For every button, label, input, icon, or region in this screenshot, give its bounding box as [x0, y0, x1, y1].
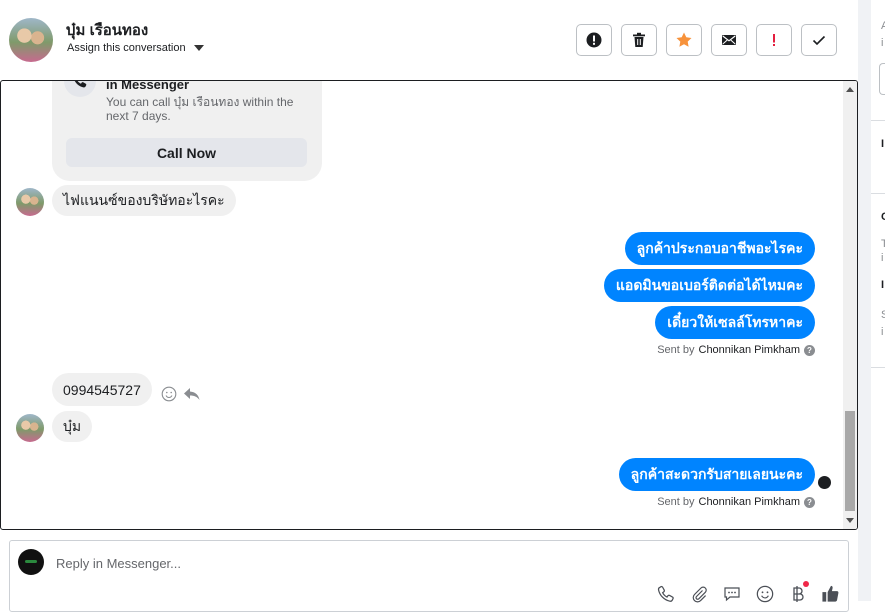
chat-bubble-icon[interactable]: [722, 584, 741, 603]
help-icon[interactable]: ?: [804, 344, 815, 356]
mark-spam-button[interactable]: [576, 24, 612, 56]
assign-conversation-dropdown[interactable]: Assign this conversation: [67, 42, 204, 54]
envelope-icon: [722, 35, 736, 45]
contact-name[interactable]: บุ๋ม เรือนทอง: [66, 18, 148, 42]
sent-by-name[interactable]: Chonnikan Pimkham: [699, 344, 801, 356]
message-bubble-outgoing[interactable]: ลูกค้าประกอบอาชีพอะไรคะ: [624, 232, 815, 265]
message-bubble-incoming[interactable]: ไฟแนนซ์ของบริษัทอะไรคะ: [52, 185, 236, 216]
star-icon: [676, 32, 692, 47]
paperclip-icon[interactable]: [689, 584, 708, 603]
sent-by-label: Sent by Chonnikan Pimkham ?: [657, 496, 815, 508]
notification-dot: [803, 581, 809, 587]
composer-tools: [656, 581, 840, 603]
mark-done-button[interactable]: [801, 24, 837, 56]
sent-by-prefix: Sent by: [657, 496, 695, 508]
reply-composer: [9, 540, 849, 612]
assign-label: Assign this conversation: [67, 42, 186, 54]
phone-icon: [64, 81, 96, 97]
panel-heading: I: [881, 138, 885, 150]
divider: [871, 193, 885, 194]
message-bubble-outgoing[interactable]: เดี๋ยวให้เซลล์โทรหาคะ: [655, 306, 815, 339]
scroll-up-arrow-icon[interactable]: [846, 87, 854, 92]
phone-icon[interactable]: [656, 584, 675, 603]
scroll-down-arrow-icon[interactable]: [846, 518, 854, 523]
email-button[interactable]: [711, 24, 747, 56]
delete-button[interactable]: [621, 24, 657, 56]
divider: [871, 367, 885, 368]
scrollbar-thumb[interactable]: [845, 411, 855, 511]
call-card: in Messenger You can call บุ๋ม เรือนทอง …: [52, 80, 322, 181]
emoji-react-icon[interactable]: [161, 386, 177, 407]
sent-by-prefix: Sent by: [657, 344, 695, 356]
contact-avatar[interactable]: [16, 188, 44, 216]
message-bubble-outgoing[interactable]: ลูกค้าสะดวกรับสายเลยนะคะ: [618, 458, 815, 491]
call-now-button[interactable]: Call Now: [66, 138, 307, 167]
scrollbar[interactable]: [843, 81, 857, 529]
page-avatar: [18, 549, 44, 575]
call-card-description: You can call บุ๋ม เรือนทอง within the ne…: [106, 95, 294, 123]
thumbs-up-icon[interactable]: [821, 584, 840, 603]
message-actions: [161, 386, 201, 407]
exclamation-icon: [773, 34, 775, 46]
contact-avatar[interactable]: [9, 18, 53, 62]
panel-text: i: [881, 326, 884, 338]
sent-by-label: Sent by Chonnikan Pimkham ?: [657, 344, 815, 356]
panel-heading: C: [881, 211, 885, 223]
panel-text: A: [881, 20, 885, 32]
panel-input[interactable]: [879, 63, 885, 95]
message-bubble-outgoing[interactable]: แอดมินขอเบอร์ติดต่อได้ไหมคะ: [603, 269, 815, 302]
contact-avatar[interactable]: [16, 414, 44, 442]
star-button[interactable]: [666, 24, 702, 56]
trash-icon: [633, 32, 645, 47]
exclamation-circle-icon: [586, 32, 602, 48]
help-icon[interactable]: ?: [804, 496, 815, 508]
message-bubble-incoming[interactable]: บุ๋ม: [52, 411, 93, 442]
emoji-icon[interactable]: [755, 584, 774, 603]
right-panel-content: A i I C T i I S i: [871, 0, 885, 601]
panel-text: T: [881, 238, 885, 250]
call-card-title: in Messenger: [106, 80, 190, 92]
message-bubble-incoming[interactable]: 0994545727: [52, 373, 152, 406]
sent-by-name[interactable]: Chonnikan Pimkham: [699, 496, 801, 508]
seen-avatar: [818, 476, 831, 489]
important-button[interactable]: [756, 24, 792, 56]
conversation-actions: [576, 24, 837, 56]
caret-down-icon: [193, 45, 204, 51]
panel-text: S: [881, 309, 885, 321]
reply-input[interactable]: [54, 551, 758, 575]
divider: [871, 120, 885, 121]
panel-heading: I: [881, 279, 885, 291]
panel-text: i: [881, 252, 884, 264]
baht-icon[interactable]: [788, 581, 809, 603]
panel-text: i: [881, 37, 884, 49]
reply-icon[interactable]: [183, 386, 201, 407]
right-panel: A i I C T i I S i: [858, 0, 885, 601]
conversation-header: บุ๋ม เรือนทอง Assign this conversation: [0, 0, 858, 80]
message-thread[interactable]: in Messenger You can call บุ๋ม เรือนทอง …: [0, 80, 858, 530]
check-icon: [812, 35, 826, 46]
